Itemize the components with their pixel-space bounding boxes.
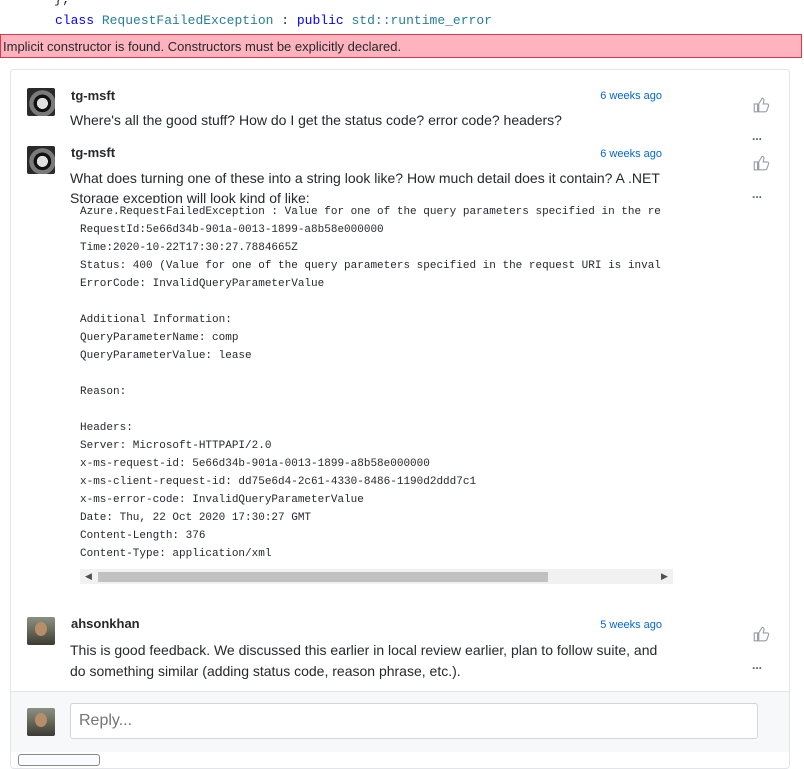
comment-author[interactable]: tg-msft bbox=[71, 88, 115, 103]
thumbs-up-icon bbox=[753, 626, 770, 642]
bottom-button[interactable] bbox=[18, 754, 100, 766]
avatar bbox=[27, 708, 55, 736]
code-block-text: Azure.RequestFailedException : Value for… bbox=[80, 206, 661, 560]
scroll-right-icon[interactable]: ▶ bbox=[661, 571, 668, 582]
scrollbar-thumb[interactable] bbox=[98, 572, 548, 582]
more-options-icon[interactable]: ... bbox=[752, 658, 762, 672]
more-options-icon[interactable]: ... bbox=[752, 129, 762, 143]
code-line: class RequestFailedException : public st… bbox=[55, 13, 492, 28]
reply-input[interactable] bbox=[70, 703, 758, 739]
comment-body-line: do something similar (adding status code… bbox=[70, 663, 461, 679]
like-button[interactable] bbox=[747, 620, 775, 648]
code-class-name: RequestFailedException bbox=[101, 13, 274, 28]
comment-body: Where's all the good stuff? How do I get… bbox=[70, 112, 562, 128]
code-colon: : bbox=[273, 13, 297, 28]
comment-thread: tg-msft 6 weeks ago Where's all the good… bbox=[10, 69, 790, 769]
avatar[interactable] bbox=[27, 617, 55, 645]
comment-timestamp[interactable]: 6 weeks ago bbox=[552, 90, 662, 102]
avatar[interactable] bbox=[27, 146, 55, 174]
avatar[interactable] bbox=[27, 88, 55, 116]
code-base-class: std::runtime_error bbox=[351, 13, 492, 28]
thumbs-up-icon bbox=[753, 155, 770, 171]
code-keyword-public: public bbox=[296, 13, 344, 28]
comment-author[interactable]: tg-msft bbox=[71, 145, 115, 160]
scroll-left-icon[interactable]: ◀ bbox=[85, 571, 92, 582]
horizontal-scrollbar[interactable]: ◀ ▶ bbox=[80, 569, 673, 584]
like-button[interactable] bbox=[747, 91, 775, 119]
thumbs-up-icon bbox=[753, 97, 770, 113]
more-options-icon[interactable]: ... bbox=[752, 187, 762, 201]
code-prev-line: }; bbox=[54, 0, 70, 7]
error-banner: Implicit constructor is found. Construct… bbox=[0, 34, 802, 58]
code-block[interactable]: Azure.RequestFailedException : Value for… bbox=[80, 203, 673, 569]
comment-timestamp[interactable]: 6 weeks ago bbox=[552, 148, 662, 160]
comment-author[interactable]: ahsonkhan bbox=[71, 616, 140, 631]
comment-body-line: This is good feedback. We discussed this… bbox=[70, 642, 658, 658]
comment-body-line: What does turning one of these into a st… bbox=[70, 170, 660, 186]
like-button[interactable] bbox=[747, 149, 775, 177]
reply-area bbox=[11, 691, 789, 752]
comment-timestamp[interactable]: 5 weeks ago bbox=[552, 619, 662, 631]
code-context: }; class RequestFailedException : public… bbox=[0, 0, 804, 34]
code-keyword-class: class bbox=[55, 13, 95, 28]
